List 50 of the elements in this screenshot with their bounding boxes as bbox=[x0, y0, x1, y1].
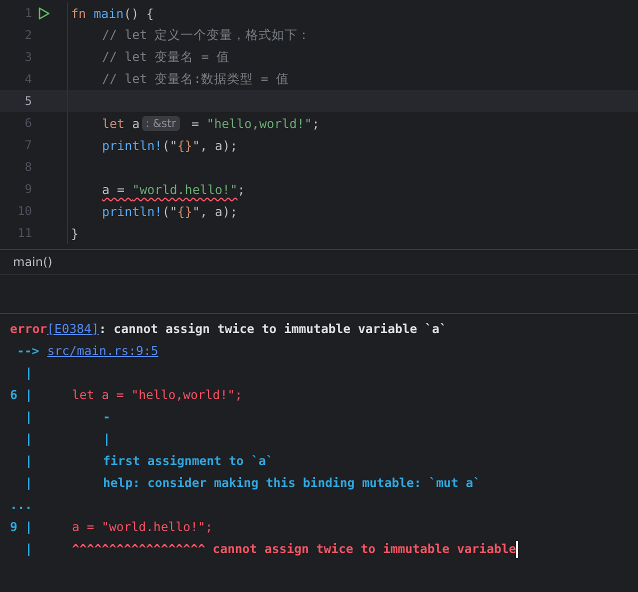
code-comment: // let 变量名:数据类型 = 值 bbox=[102, 70, 289, 88]
note-text: help: consider making this binding mutable: `mut a` bbox=[103, 476, 481, 490]
run-icon[interactable] bbox=[38, 6, 50, 20]
gutter-pipe: | bbox=[25, 388, 32, 402]
type-hint: : &str bbox=[142, 116, 180, 130]
string-literal: "world.hello!" bbox=[132, 182, 238, 196]
note-text: - bbox=[103, 410, 110, 424]
gutter-pipe: | bbox=[25, 454, 32, 468]
code-text: } bbox=[71, 226, 79, 240]
code-comment: // let 定义一个变量，格式如下： bbox=[102, 26, 311, 44]
line-number: 5 bbox=[24, 94, 32, 108]
keyword: fn bbox=[71, 6, 88, 20]
error-label-text: ^^^^^^^^^^^^^^^^^^ cannot assign twice to immutable variable bbox=[72, 542, 516, 556]
location-arrow: ... bbox=[10, 498, 32, 512]
link[interactable]: [E0384] bbox=[47, 322, 99, 336]
note-text: first assignment to `a` bbox=[103, 454, 274, 468]
code-text: (" bbox=[162, 138, 178, 152]
format-specifier: {} bbox=[177, 138, 192, 152]
code-text: = bbox=[190, 116, 200, 130]
code-text: () { bbox=[124, 6, 154, 20]
code-text: (" bbox=[162, 204, 178, 218]
code-text: ", a); bbox=[192, 204, 238, 218]
line-number: 6 bbox=[10, 388, 18, 402]
gutter-pipe: | bbox=[25, 366, 32, 380]
gutter-pipe: | bbox=[25, 410, 32, 424]
location-arrow: --> bbox=[17, 344, 40, 358]
gutter-pipe: | bbox=[25, 542, 32, 556]
line-number: 9 bbox=[10, 520, 18, 534]
source-line: let a = "hello,world!"; bbox=[72, 388, 242, 402]
code-comment: // let 变量名 = 值 bbox=[102, 48, 230, 66]
keyword: let bbox=[102, 116, 125, 130]
gutter-pipe: | bbox=[25, 520, 32, 534]
gutter-pipe: | bbox=[25, 476, 32, 490]
link[interactable]: src/main.rs:9:5 bbox=[47, 344, 158, 358]
breadcrumb[interactable]: main() bbox=[13, 255, 52, 269]
string-literal: "hello,world!" bbox=[206, 116, 312, 130]
format-specifier: {} bbox=[177, 204, 192, 218]
macro-name: println! bbox=[102, 204, 162, 218]
function-name: main bbox=[94, 6, 124, 20]
note-text: | bbox=[103, 432, 110, 446]
source-line: a = "world.hello!"; bbox=[72, 520, 213, 534]
macro-name: println! bbox=[102, 138, 162, 152]
code-text: a bbox=[131, 116, 140, 130]
code-text: ", a); bbox=[192, 138, 238, 152]
code-text: ; bbox=[312, 116, 320, 130]
code-text: ; bbox=[237, 182, 245, 196]
error-message: : cannot assign twice to immutable variable `a` bbox=[98, 322, 447, 336]
error-label: error bbox=[10, 322, 48, 336]
code-text: a = bbox=[102, 182, 126, 196]
gutter-pipe: | bbox=[25, 432, 32, 446]
